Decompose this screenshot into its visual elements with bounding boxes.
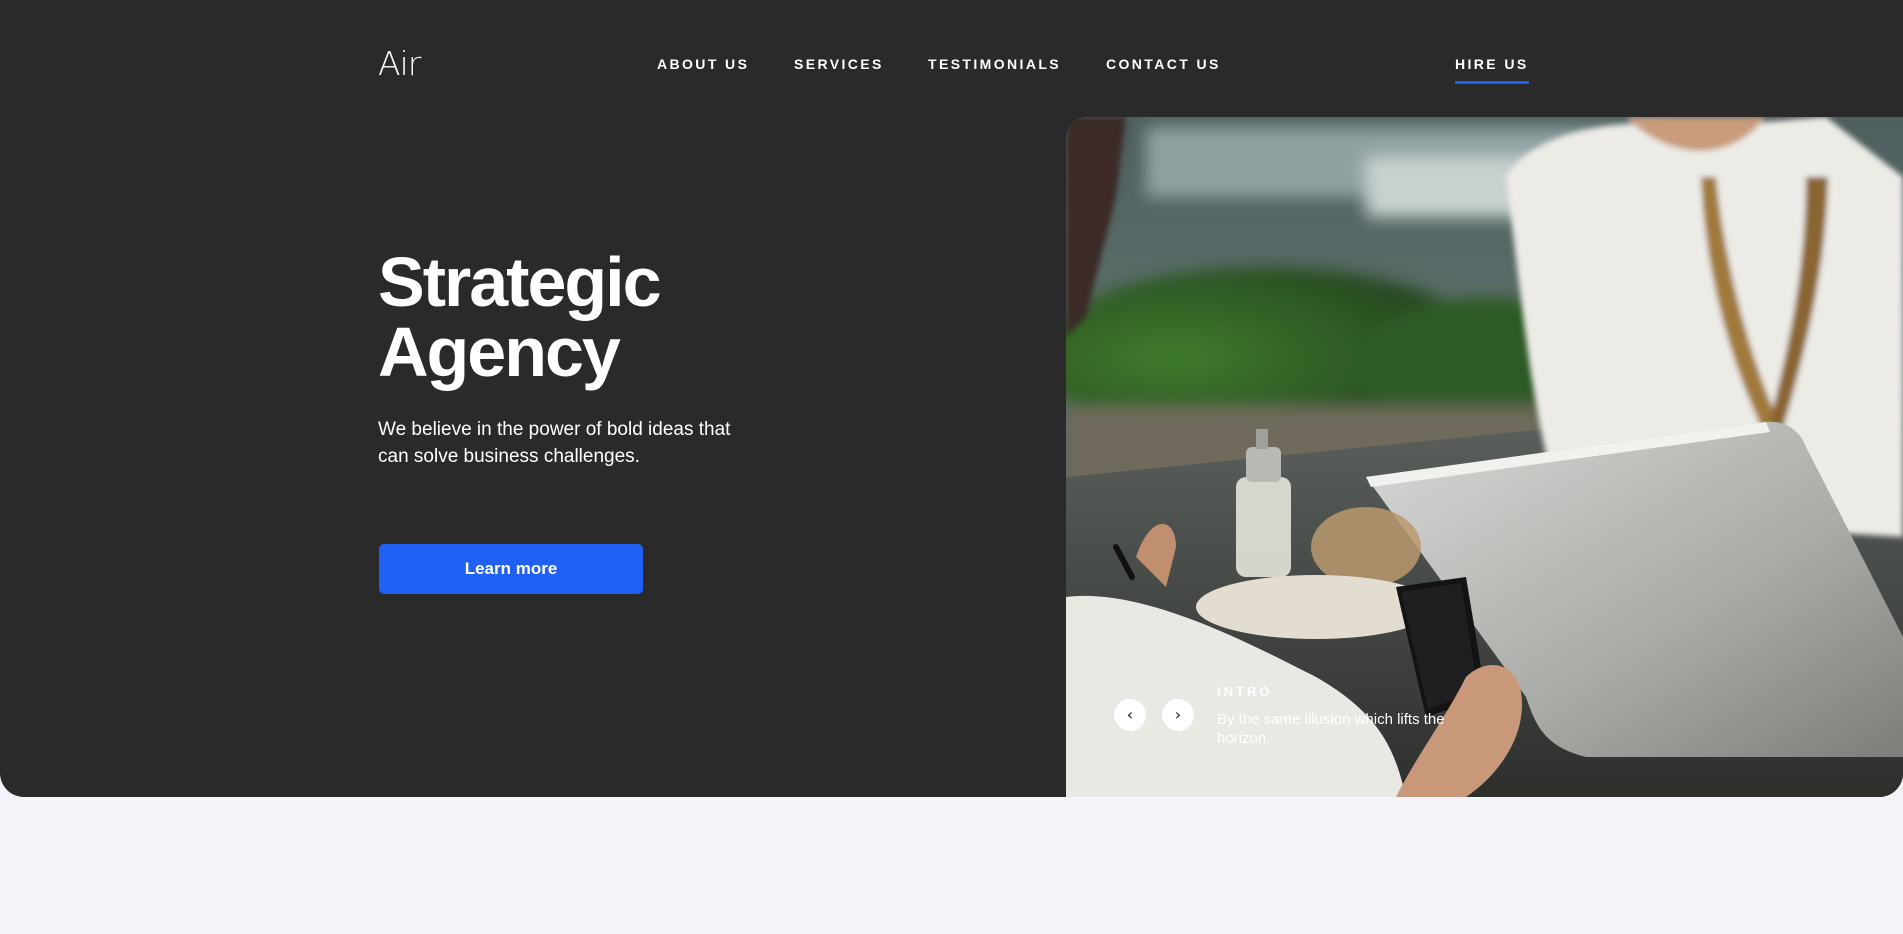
hero-title-line-1: Strategic [378,243,662,321]
main-nav: ABOUT US SERVICES TESTIMONIALS CONTACT U… [0,56,1903,76]
nav-testimonials[interactable]: TESTIMONIALS [928,56,1061,72]
slide-caption-line-1: By the same illusion which lifts the [1217,711,1445,728]
hero-subtitle-line-1: We believe in the power of bold ideas th… [378,419,731,440]
chevron-left-icon: ‹ [1126,705,1134,724]
nav-contact-us[interactable]: CONTACT US [1106,56,1221,72]
hero-subtitle-line-2: can solve business challenges. [378,446,640,467]
hero-title-line-2: Agency [378,313,621,391]
learn-more-button[interactable]: Learn more [379,544,643,594]
slider-next-button[interactable]: › [1162,699,1194,731]
slide-caption-text: By the same illusion which lifts the hor… [1217,710,1457,748]
slide-caption-label: INTRO [1217,684,1273,699]
nav-about-us[interactable]: ABOUT US [657,56,749,72]
hero-title: Strategic Agency [378,243,662,391]
chevron-right-icon: › [1174,705,1182,724]
hero-photo [1066,117,1903,797]
slide-caption-line-2: horizon. [1217,730,1271,747]
hero-subtitle: We believe in the power of bold ideas th… [378,416,758,470]
meeting-photo-illustration [1066,117,1903,797]
hero-section: Air ABOUT US SERVICES TESTIMONIALS CONTA… [0,0,1903,797]
hire-us-link[interactable]: HIRE US [1455,56,1529,84]
nav-services[interactable]: SERVICES [794,56,884,72]
slider-prev-button[interactable]: ‹ [1114,699,1146,731]
